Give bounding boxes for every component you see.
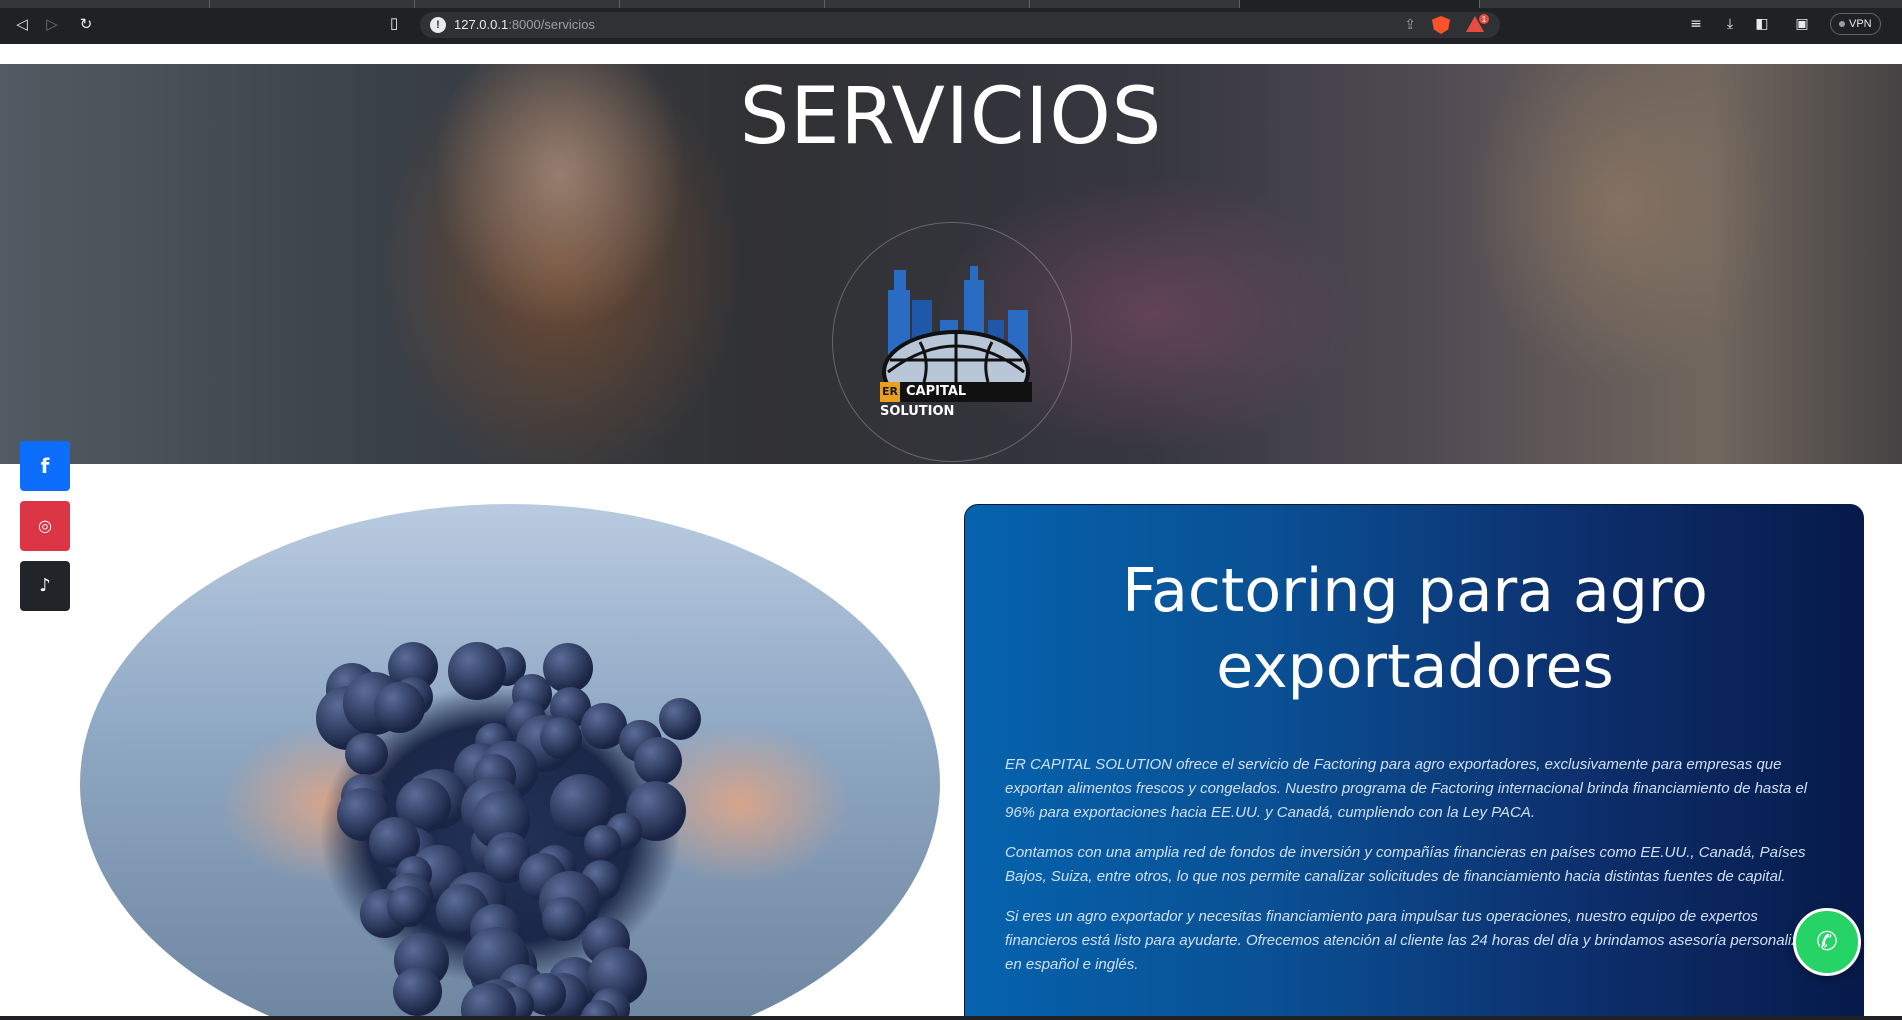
browser-tab[interactable] [0,0,210,8]
browser-tab-active[interactable] [1240,0,1480,8]
browser-tab[interactable] [415,0,620,8]
service-paragraph: Contamos con una amplia red de fondos de… [1005,844,1806,885]
url-path: :8000/servicios [508,17,595,32]
url-host: 127.0.0.1 [454,17,509,32]
whatsapp-button[interactable]: ✆ [1793,908,1861,976]
hero-banner: SERVICIOS ER CAPITAL SOLUTION [0,64,1902,464]
service-paragraph: ER CAPITAL SOLUTION ofrece el servicio d… [1005,756,1808,821]
browser-tab[interactable] [620,0,825,8]
logo-er: ER [880,382,900,402]
grape [344,732,388,776]
brave-shields-icon[interactable] [1432,16,1450,34]
browser-chrome: ◁ ▷ ↻ ▯ ! 127.0.0.1:8000/servicios ⇪ 1 ≡… [0,0,1902,44]
service-paragraph: Si eres un agro exportador y necesitas f… [1005,908,1824,973]
facebook-icon: f [40,454,50,478]
browser-tab[interactable] [1030,0,1240,8]
company-logo: ER CAPITAL SOLUTION [880,260,1032,419]
grape [658,697,702,741]
grape [634,736,683,786]
grape [539,716,583,759]
grape [543,642,594,693]
browser-tab[interactable] [825,0,1030,8]
browser-tab[interactable] [210,0,415,8]
grape [392,967,443,1017]
share-icon[interactable]: ⇪ [1404,16,1416,33]
address-bar[interactable]: ! 127.0.0.1:8000/servicios ⇪ 1 [420,12,1500,38]
download-icon[interactable]: ⤓ [1720,14,1740,34]
whatsapp-icon: ✆ [1816,927,1838,957]
service-card: Factoring para agro exportadores ER CAPI… [964,504,1864,1020]
page-title: SERVICIOS [739,72,1163,162]
logo-wordmark: ER CAPITAL SOLUTION [880,382,1032,419]
grape [387,886,429,928]
reload-icon[interactable]: ↻ [76,14,96,34]
grape [373,681,426,734]
service-description: ER CAPITAL SOLUTION ofrece el servicio d… [1005,753,1825,993]
logo-skyline-icon [882,266,1030,414]
sidebar-icon[interactable]: ◧ [1752,14,1772,34]
grape [583,824,621,862]
instagram-icon: ◎ [38,516,52,535]
wallet-icon[interactable]: ▣ [1792,14,1812,34]
tiktok-button[interactable]: ♪ [20,561,70,611]
playlist-icon[interactable]: ≡ [1686,14,1706,34]
grape [542,897,586,941]
rewards-badge: 1 [1478,13,1490,25]
tiktok-icon: ♪ [39,575,51,596]
bookmark-icon[interactable]: ▯ [390,14,398,32]
grape [447,642,506,700]
back-icon[interactable]: ◁ [12,14,32,34]
facebook-button[interactable]: f [20,441,70,491]
grapes-image [80,504,940,1020]
service-title: Factoring para agro exportadores [1122,556,1708,702]
forward-icon[interactable]: ▷ [42,14,62,34]
instagram-button[interactable]: ◎ [20,501,70,551]
tab-strip [0,0,1902,8]
page-content: SERVICIOS ER CAPITAL SOLUTION f ◎ ♪ Fact… [0,44,1902,1020]
url-text[interactable]: 127.0.0.1:8000/servicios [454,17,595,32]
site-info-icon[interactable]: ! [430,17,446,33]
bottom-edge [0,1016,1902,1020]
vpn-button[interactable]: VPN [1830,13,1881,35]
